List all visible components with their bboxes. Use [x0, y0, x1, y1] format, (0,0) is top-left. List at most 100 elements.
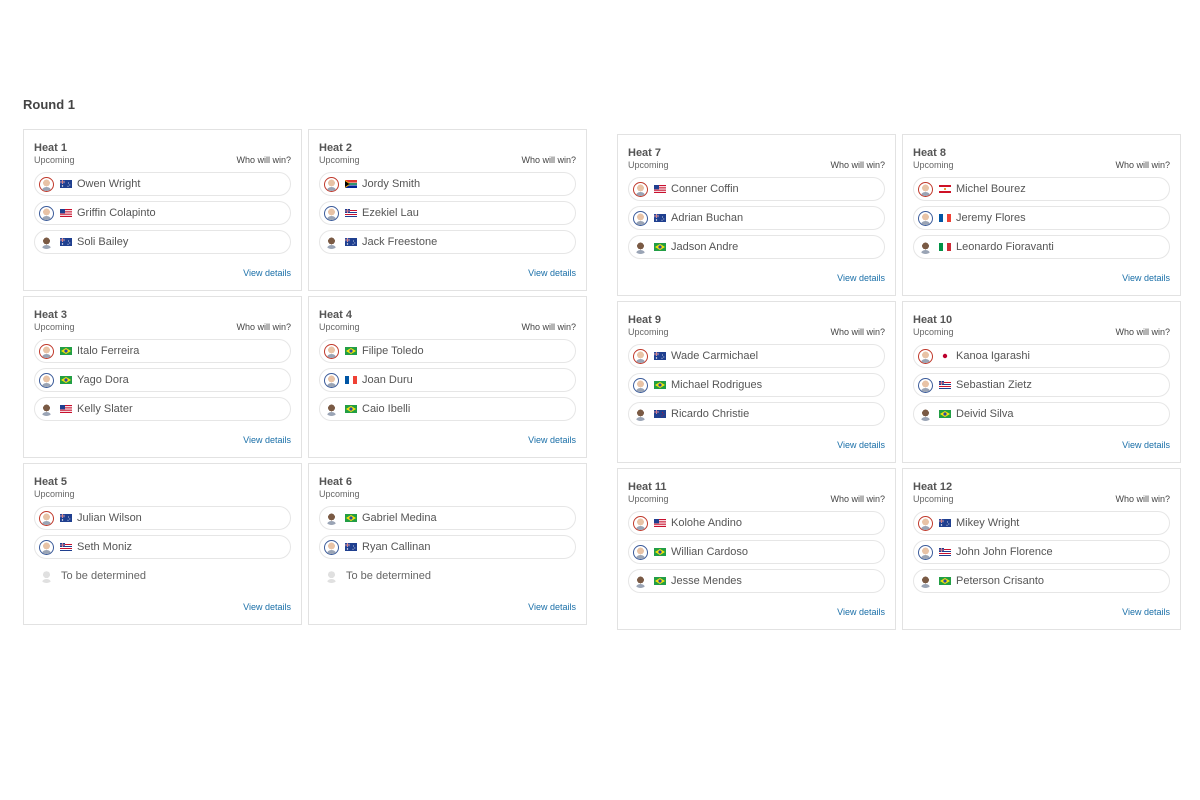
jp-flag-icon [939, 352, 951, 360]
athlete-pick[interactable]: Peterson Crisanto [913, 569, 1170, 593]
athlete-pick[interactable]: Sebastian Zietz [913, 373, 1170, 397]
athlete-pick[interactable]: Leonardo Fioravanti [913, 235, 1170, 259]
heat-card-7: Heat 7 Upcoming Who will win? Conner Cof… [617, 134, 896, 296]
athlete-pick[interactable]: Conner Coffin [628, 177, 885, 201]
athlete-pick[interactable]: Jack Freestone [319, 230, 576, 254]
view-details-link[interactable]: View details [528, 435, 576, 445]
br-flag-icon [654, 243, 666, 251]
athlete-pick[interactable]: John John Florence [913, 540, 1170, 564]
athlete-pick[interactable]: Kelly Slater [34, 397, 291, 421]
heat-card-12: Heat 12 Upcoming Who will win? Mikey Wri… [902, 468, 1181, 630]
view-details-link[interactable]: View details [528, 268, 576, 278]
athlete-name: Griffin Colapinto [77, 207, 156, 219]
athlete-pick[interactable]: Jordy Smith [319, 172, 576, 196]
athlete-pick[interactable]: Wade Carmichael [628, 344, 885, 368]
athlete-pick[interactable]: Yago Dora [34, 368, 291, 392]
view-details-link[interactable]: View details [1122, 607, 1170, 617]
athlete-avatar [918, 210, 933, 226]
view-details-link[interactable]: View details [528, 602, 576, 612]
heat-card-10: Heat 10 Upcoming Who will win? Kanoa Iga… [902, 301, 1181, 463]
fr-flag-icon [345, 376, 357, 384]
hi-flag-icon [345, 209, 357, 217]
athlete-pick[interactable]: Italo Ferreira [34, 339, 291, 363]
athlete-pick[interactable]: Deivid Silva [913, 402, 1170, 426]
athlete-avatar [633, 348, 648, 364]
pf-flag-icon [939, 185, 951, 193]
athlete-name: Soli Bailey [77, 236, 129, 248]
view-details-link[interactable]: View details [243, 435, 291, 445]
athlete-name: Jack Freestone [362, 236, 438, 248]
au-flag-icon [345, 238, 357, 246]
athlete-pick[interactable]: Seth Moniz [34, 535, 291, 559]
br-flag-icon [654, 548, 666, 556]
athlete-avatar [918, 515, 933, 531]
athlete-pick[interactable]: Owen Wright [34, 172, 291, 196]
athlete-pick[interactable]: Kolohe Andino [628, 511, 885, 535]
athlete-list: Jordy Smith Ezekiel Lau Jack Freestone [319, 172, 576, 254]
br-flag-icon [654, 381, 666, 389]
athlete-avatar [39, 343, 54, 359]
br-flag-icon [60, 347, 72, 355]
heat-name: Heat 12 [913, 481, 953, 493]
athlete-avatar [633, 406, 648, 422]
athlete-avatar [633, 210, 648, 226]
heat-name: Heat 3 [34, 309, 68, 321]
athlete-avatar [918, 348, 933, 364]
heat-name: Heat 5 [34, 476, 68, 488]
athlete-pick[interactable]: Willian Cardoso [628, 540, 885, 564]
au-flag-icon [345, 543, 357, 551]
athlete-avatar [324, 205, 339, 221]
br-flag-icon [345, 405, 357, 413]
athlete-pick[interactable]: Ryan Callinan [319, 535, 576, 559]
athlete-pick[interactable]: Michel Bourez [913, 177, 1170, 201]
athlete-pick[interactable]: Jeremy Flores [913, 206, 1170, 230]
athlete-avatar [324, 343, 339, 359]
athlete-pick[interactable]: Adrian Buchan [628, 206, 885, 230]
athlete-pick[interactable]: Gabriel Medina [319, 506, 576, 530]
heat-name: Heat 10 [913, 314, 953, 326]
it-flag-icon [939, 243, 951, 251]
view-details-link[interactable]: View details [243, 602, 291, 612]
athlete-name: Ricardo Christie [671, 408, 750, 420]
athlete-pick[interactable]: Ricardo Christie [628, 402, 885, 426]
athlete-name: Yago Dora [77, 374, 129, 386]
view-details-link[interactable]: View details [1122, 273, 1170, 283]
athlete-pick[interactable]: Jadson Andre [628, 235, 885, 259]
au-flag-icon [60, 238, 72, 246]
athlete-avatar [633, 544, 648, 560]
athlete-list: Kolohe Andino Willian Cardoso Jesse Mendes [628, 511, 885, 593]
athlete-pick[interactable]: Filipe Toledo [319, 339, 576, 363]
athlete-pick[interactable]: Kanoa Igarashi [913, 344, 1170, 368]
athlete-pick[interactable]: Caio Ibelli [319, 397, 576, 421]
athlete-avatar [324, 401, 339, 417]
athlete-pick[interactable]: Julian Wilson [34, 506, 291, 530]
athlete-pick[interactable]: Mikey Wright [913, 511, 1170, 535]
athlete-avatar [39, 234, 54, 250]
athlete-name: Wade Carmichael [671, 350, 759, 362]
athlete-pick[interactable]: Jesse Mendes [628, 569, 885, 593]
view-details-link[interactable]: View details [837, 273, 885, 283]
heat-name: Heat 1 [34, 142, 68, 154]
athlete-name: Ryan Callinan [362, 541, 431, 553]
athlete-pick[interactable]: Joan Duru [319, 368, 576, 392]
athlete-pick[interactable]: Michael Rodrigues [628, 373, 885, 397]
athlete-avatar [324, 234, 339, 250]
heat-name: Heat 6 [319, 476, 353, 488]
view-details-link[interactable]: View details [243, 268, 291, 278]
athlete-name: John John Florence [956, 546, 1053, 558]
athlete-avatar [39, 539, 54, 555]
view-details-link[interactable]: View details [837, 440, 885, 450]
heats-group-left: Heat 1 Upcoming Who will win? Owen Wrigh… [23, 129, 587, 625]
athlete-pick[interactable]: Ezekiel Lau [319, 201, 576, 225]
athlete-name: Conner Coffin [671, 183, 739, 195]
athlete-pick[interactable]: Griffin Colapinto [34, 201, 291, 225]
view-details-link[interactable]: View details [837, 607, 885, 617]
us-flag-icon [654, 519, 666, 527]
view-details-link[interactable]: View details [1122, 440, 1170, 450]
athlete-name: Kanoa Igarashi [956, 350, 1030, 362]
br-flag-icon [345, 514, 357, 522]
athlete-avatar [633, 239, 648, 255]
athlete-avatar [918, 544, 933, 560]
heat-card-8: Heat 8 Upcoming Who will win? Michel Bou… [902, 134, 1181, 296]
athlete-pick[interactable]: Soli Bailey [34, 230, 291, 254]
